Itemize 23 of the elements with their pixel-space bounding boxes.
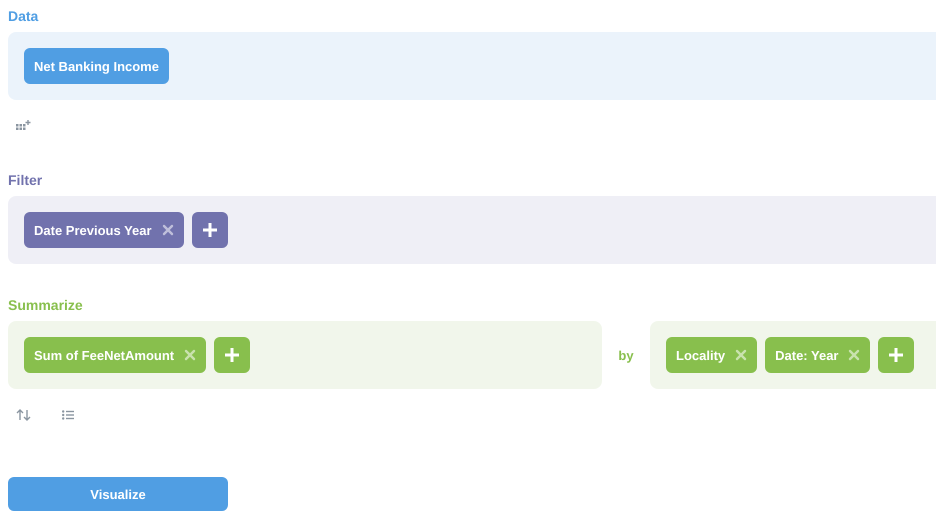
section-label: Summarize [8, 296, 84, 315]
close-icon[interactable] [735, 349, 748, 361]
list-icon[interactable] [62, 410, 74, 420]
add-button[interactable] [214, 337, 250, 373]
visualize-button[interactable]: Visualize [8, 477, 228, 511]
section-label: Data [8, 7, 40, 26]
plus-icon [224, 347, 240, 363]
grid-plus-icon[interactable] [16, 120, 32, 132]
clause-pill[interactable]: Net Banking Income [24, 48, 169, 84]
clause-pill[interactable]: Date: Year [765, 337, 870, 373]
close-icon[interactable] [848, 349, 860, 361]
add-button[interactable] [192, 212, 228, 248]
section-label: Filter [8, 171, 44, 190]
clause-pill[interactable]: Date Previous Year [24, 212, 184, 248]
clause-pill[interactable]: Sum of FeeNetAmount [24, 337, 206, 373]
clause-pill[interactable]: Locality [666, 337, 758, 373]
close-icon[interactable] [162, 224, 174, 236]
joiner-label: by [617, 348, 635, 362]
plus-icon [888, 347, 904, 363]
plus-icon [202, 222, 218, 238]
add-button[interactable] [878, 337, 914, 373]
close-icon[interactable] [184, 349, 196, 361]
sort-icon[interactable] [16, 409, 32, 421]
